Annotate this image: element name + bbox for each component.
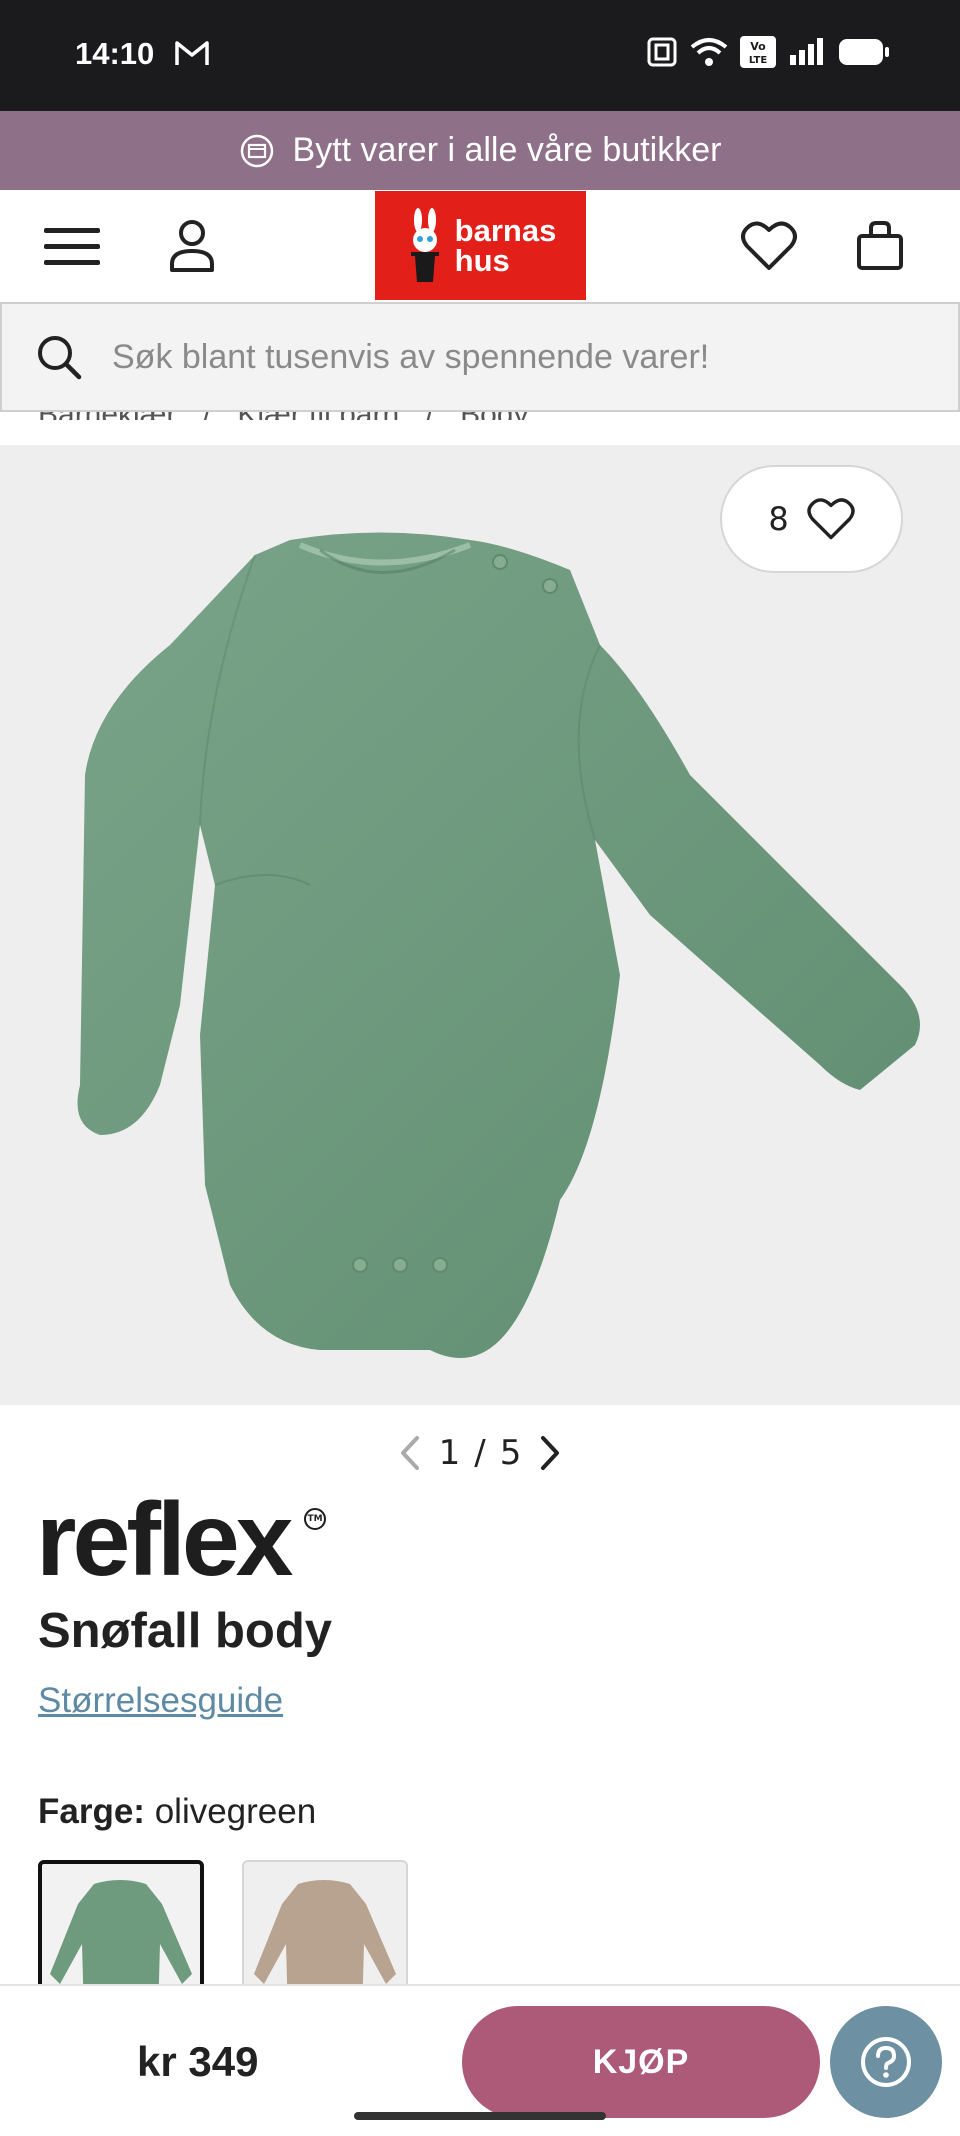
shopping-bag-icon <box>857 221 903 270</box>
status-indicators: Vo LTE <box>646 36 890 68</box>
chevron-right-icon[interactable] <box>537 1434 565 1472</box>
status-time: 14:10 <box>75 36 155 71</box>
menu-button[interactable] <box>38 212 106 280</box>
product-image-green-bodysuit <box>77 532 920 1358</box>
home-indicator[interactable] <box>354 2112 606 2120</box>
logo-line-1: barnas <box>454 212 557 248</box>
size-guide-link[interactable]: Størrelsesguide <box>38 1681 283 1721</box>
svg-text:Vo: Vo <box>750 40 766 53</box>
image-pager: 1 / 5 <box>0 1423 960 1483</box>
signal-icon <box>790 38 823 65</box>
nfc-icon <box>647 37 677 67</box>
wishlist-button[interactable] <box>735 212 803 280</box>
search-input[interactable]: Søk blant tusenvis av spennende varer! <box>112 338 709 377</box>
help-button[interactable] <box>830 2006 942 2118</box>
color-selection-label: Farge: olivegreen <box>38 1792 316 1832</box>
product-title: Snøfall body <box>38 1604 332 1658</box>
question-mark-icon <box>861 2037 911 2087</box>
exchange-box-icon <box>240 134 273 167</box>
color-value: olivegreen <box>154 1792 317 1831</box>
product-image-gallery[interactable]: 8 <box>0 445 960 1405</box>
promo-text: Bytt varer i alle våre butikker <box>292 131 722 169</box>
product-price: kr 349 <box>137 2038 259 2085</box>
status-bar: 14:10 Vo LTE <box>0 0 960 111</box>
cart-button[interactable] <box>846 212 914 280</box>
pager-separator: / <box>474 1433 486 1473</box>
search-icon <box>38 336 82 380</box>
brand-logo[interactable]: reflex TM <box>36 1482 336 1598</box>
brand-name: reflex <box>36 1482 294 1598</box>
hamburger-icon <box>44 228 100 265</box>
favorite-count: 8 <box>768 500 789 538</box>
total-image-count: 5 <box>499 1433 522 1473</box>
buy-button[interactable]: KJØP <box>462 2006 820 2118</box>
svg-text:LTE: LTE <box>749 55 768 66</box>
rabbit-in-hat-icon <box>410 207 439 282</box>
heart-icon <box>741 221 797 270</box>
trademark-mark: TM <box>304 1508 326 1530</box>
logo-line-2: hus <box>454 242 510 278</box>
search-bar[interactable]: Søk blant tusenvis av spennende varer! <box>0 302 960 412</box>
chevron-left-icon[interactable] <box>395 1434 423 1472</box>
favorite-count-button[interactable]: 8 <box>720 465 903 573</box>
battery-icon <box>839 39 889 65</box>
promo-banner[interactable]: Bytt varer i alle våre butikker <box>0 111 960 190</box>
account-button[interactable] <box>158 212 226 280</box>
user-icon <box>170 220 214 272</box>
barnas-hus-logo[interactable]: barnas hus <box>375 191 586 300</box>
current-image-index: 1 <box>438 1433 461 1473</box>
volte-icon: Vo LTE <box>740 36 776 68</box>
heart-outline-icon <box>806 498 855 540</box>
color-label: Farge: <box>38 1792 145 1831</box>
wifi-icon <box>690 38 728 66</box>
gmail-icon <box>175 41 209 65</box>
